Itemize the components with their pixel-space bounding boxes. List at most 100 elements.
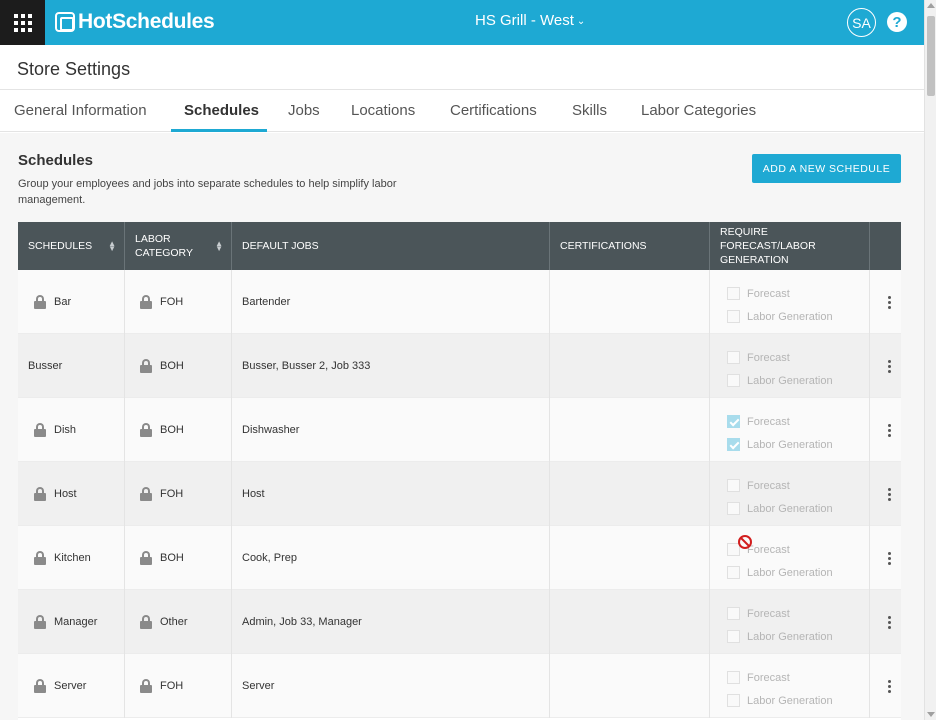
labor-generation-label: Labor Generation (747, 694, 833, 707)
section-title: Schedules (18, 152, 94, 169)
forecast-checkbox[interactable] (727, 671, 740, 684)
section-description: Group your employees and jobs into separ… (18, 178, 397, 206)
lock-icon (140, 423, 152, 437)
lock-icon (34, 551, 46, 565)
lock-icon (140, 551, 152, 565)
scrollbar-thumb[interactable] (927, 16, 935, 96)
tab-certifications[interactable]: Certifications (450, 102, 537, 119)
user-avatar[interactable]: SA (847, 8, 876, 37)
schedule-cell: Manager (18, 590, 125, 654)
labor-generation-option: Labor Generation (727, 561, 833, 584)
labor-generation-checkbox[interactable] (727, 502, 740, 515)
labor-category-value: BOH (160, 552, 184, 564)
require-cell: Forecast Labor Generation (710, 270, 870, 334)
add-new-schedule-button[interactable]: ADD A NEW SCHEDULE (752, 154, 901, 183)
row-actions-menu-icon[interactable] (878, 462, 901, 526)
row-actions-menu-icon[interactable] (878, 398, 901, 462)
schedules-content: Schedules Group your employees and jobs … (0, 133, 924, 720)
app-launcher-grid-icon[interactable] (0, 0, 45, 45)
labor-category-value: BOH (160, 424, 184, 436)
schedule-cell: Busser (18, 334, 125, 398)
labor-generation-option: Labor Generation (727, 433, 833, 456)
table-row[interactable]: Kitchen BOH Cook, Prep Forecast Labor Genera… (18, 526, 901, 590)
forecast-checkbox[interactable] (727, 479, 740, 492)
default-jobs-cell: Dishwasher (232, 398, 550, 462)
labor-category-value: BOH (160, 360, 184, 372)
table-row[interactable]: Manager Other Admin, Job 33, Manager Foreca… (18, 590, 901, 654)
schedule-name[interactable]: Server (54, 680, 86, 692)
certifications-cell (550, 398, 710, 462)
forecast-option: Forecast (727, 410, 833, 433)
column-header-labor-category[interactable]: LABOR CATEGORY ▲ ▼ (125, 222, 232, 270)
forecast-label: Forecast (747, 607, 790, 620)
column-header-schedules[interactable]: SCHEDULES ▲ ▼ (18, 222, 125, 270)
scroll-down-arrow-icon[interactable] (927, 712, 935, 717)
require-cell: Forecast Labor Generation (710, 398, 870, 462)
sort-icon[interactable]: ▲ ▼ (215, 240, 223, 253)
schedule-name[interactable]: Bar (54, 296, 71, 308)
table-row[interactable]: Host FOH Host Forecast Labor Generation (18, 462, 901, 526)
labor-generation-label: Labor Generation (747, 438, 833, 451)
top-bar: HotSchedules HS Grill - West ⌄ SA ? (0, 0, 924, 45)
default-jobs-cell: Host (232, 462, 550, 526)
schedule-name[interactable]: Host (54, 488, 77, 500)
row-actions-menu-icon[interactable] (878, 654, 901, 718)
table-row[interactable]: Server FOH Server Forecast Labor Generation (18, 654, 901, 718)
page-header: Store Settings (0, 45, 924, 90)
row-actions-menu-icon[interactable] (878, 590, 901, 654)
forecast-option: Forecast (727, 346, 833, 369)
certifications-cell (550, 270, 710, 334)
table-row[interactable]: Busser BOH Busser, Busser 2, Job 333 Foreca… (18, 334, 901, 398)
require-cell: Forecast Labor Generation (710, 526, 870, 590)
row-actions-menu-icon[interactable] (878, 334, 901, 398)
table-row[interactable]: Bar FOH Bartender Forecast Labor Generation (18, 270, 901, 334)
labor-generation-checkbox[interactable] (727, 630, 740, 643)
sort-icon[interactable]: ▲ ▼ (108, 240, 116, 253)
schedule-cell: Bar (18, 270, 125, 334)
help-icon[interactable]: ? (887, 12, 907, 32)
lock-icon (140, 487, 152, 501)
default-jobs-cell: Server (232, 654, 550, 718)
forecast-checkbox[interactable] (727, 415, 740, 428)
tab-labor-categories[interactable]: Labor Categories (641, 102, 756, 119)
chevron-down-icon: ⌄ (576, 16, 586, 27)
store-selector[interactable]: HS Grill - West ⌄ (475, 12, 585, 29)
row-actions-menu-icon[interactable] (878, 270, 901, 334)
labor-generation-checkbox[interactable] (727, 694, 740, 707)
forecast-checkbox[interactable] (727, 607, 740, 620)
default-jobs-cell: Busser, Busser 2, Job 333 (232, 334, 550, 398)
tab-general-information[interactable]: General Information (14, 102, 147, 119)
labor-generation-checkbox[interactable] (727, 566, 740, 579)
tab-locations[interactable]: Locations (351, 102, 415, 119)
labor-generation-label: Labor Generation (747, 502, 833, 515)
labor-category-cell: Other (125, 590, 232, 654)
certifications-cell (550, 590, 710, 654)
forecast-option: Forecast (727, 602, 833, 625)
tab-schedules[interactable]: Schedules (184, 102, 259, 119)
labor-generation-checkbox[interactable] (727, 310, 740, 323)
lock-icon (34, 295, 46, 309)
tab-jobs[interactable]: Jobs (288, 102, 320, 119)
schedule-name[interactable]: Busser (28, 360, 62, 372)
vertical-scrollbar[interactable] (924, 0, 936, 720)
tab-skills[interactable]: Skills (572, 102, 607, 119)
forecast-label: Forecast (747, 543, 790, 556)
forecast-checkbox[interactable] (727, 351, 740, 364)
scroll-up-arrow-icon[interactable] (927, 3, 935, 8)
forecast-option: Forecast (727, 474, 833, 497)
schedule-name[interactable]: Dish (54, 424, 76, 436)
forecast-checkbox[interactable] (727, 287, 740, 300)
row-actions-menu-icon[interactable] (878, 526, 901, 590)
schedule-name[interactable]: Kitchen (54, 552, 91, 564)
labor-generation-checkbox[interactable] (727, 374, 740, 387)
labor-generation-checkbox[interactable] (727, 438, 740, 451)
hotschedules-logo[interactable]: HotSchedules (55, 9, 215, 35)
table-row[interactable]: Dish BOH Dishwasher Forecast Labor Generatio… (18, 398, 901, 462)
labor-category-value: FOH (160, 680, 184, 692)
forecast-label: Forecast (747, 287, 790, 300)
schedule-name[interactable]: Manager (54, 616, 97, 628)
column-header-actions (870, 222, 901, 270)
labor-generation-option: Labor Generation (727, 369, 833, 392)
labor-category-value: FOH (160, 488, 184, 500)
require-cell: Forecast Labor Generation (710, 334, 870, 398)
